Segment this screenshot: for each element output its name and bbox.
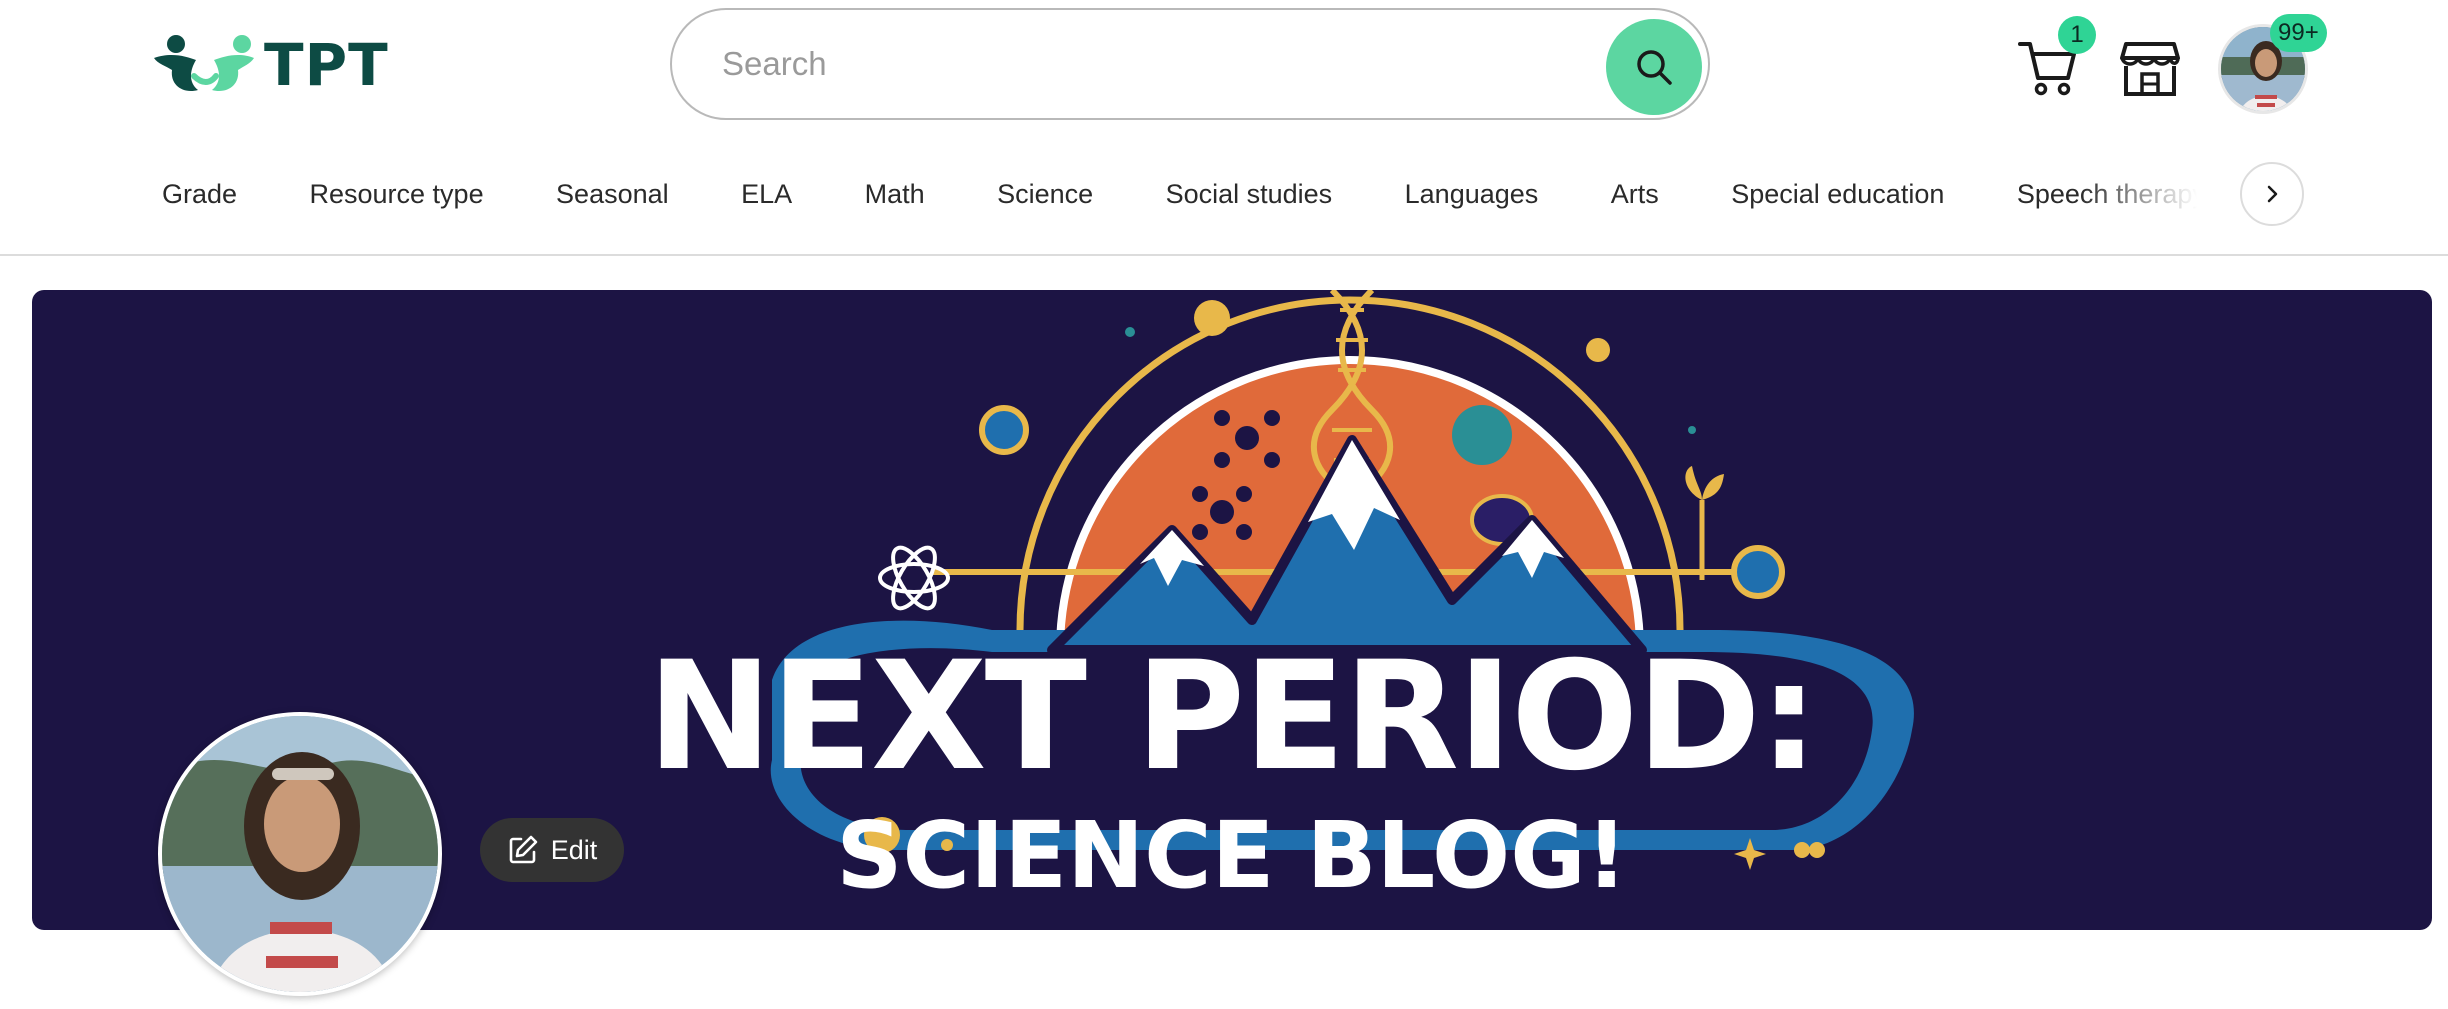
search-button[interactable]: [1606, 19, 1702, 115]
edit-icon: [509, 835, 538, 864]
tpt-logo-icon: [154, 35, 254, 92]
edit-label: Edit: [550, 834, 598, 865]
nav-item-seasonal[interactable]: Seasonal: [556, 170, 669, 218]
category-nav: Grade Resource type Seasonal ELA Math Sc…: [162, 170, 2202, 218]
profile-photo[interactable]: [158, 712, 442, 996]
site-header: TPT 1: [0, 0, 2448, 256]
nav-item-arts[interactable]: Arts: [1611, 170, 1659, 218]
chevron-right-icon: [2267, 185, 2278, 203]
nav-item-grade[interactable]: Grade: [162, 170, 237, 218]
search-input[interactable]: [720, 44, 1540, 84]
nav-fade-overlay: [2080, 170, 2210, 218]
nav-item-social-studies[interactable]: Social studies: [1166, 170, 1333, 218]
store-icon: [2120, 42, 2180, 96]
nav-item-special-education[interactable]: Special education: [1731, 170, 1944, 218]
nav-item-science[interactable]: Science: [997, 170, 1093, 218]
nav-scroll-right-button[interactable]: [2240, 162, 2304, 226]
nav-item-math[interactable]: Math: [865, 170, 925, 218]
logo-text: TPT: [264, 31, 389, 99]
profile-image: [162, 716, 438, 992]
edit-banner-button[interactable]: Edit: [480, 818, 624, 882]
store-button[interactable]: [2120, 38, 2180, 98]
nav-item-ela[interactable]: ELA: [741, 170, 792, 218]
notification-badge: 99+: [2270, 14, 2327, 52]
nav-item-resource-type[interactable]: Resource type: [310, 170, 484, 218]
nav-item-languages[interactable]: Languages: [1405, 170, 1539, 218]
search-bar: [670, 8, 1710, 120]
search-icon: [1637, 50, 1672, 85]
tpt-logo[interactable]: TPT: [150, 30, 390, 100]
cart-count-badge: 1: [2058, 16, 2096, 54]
